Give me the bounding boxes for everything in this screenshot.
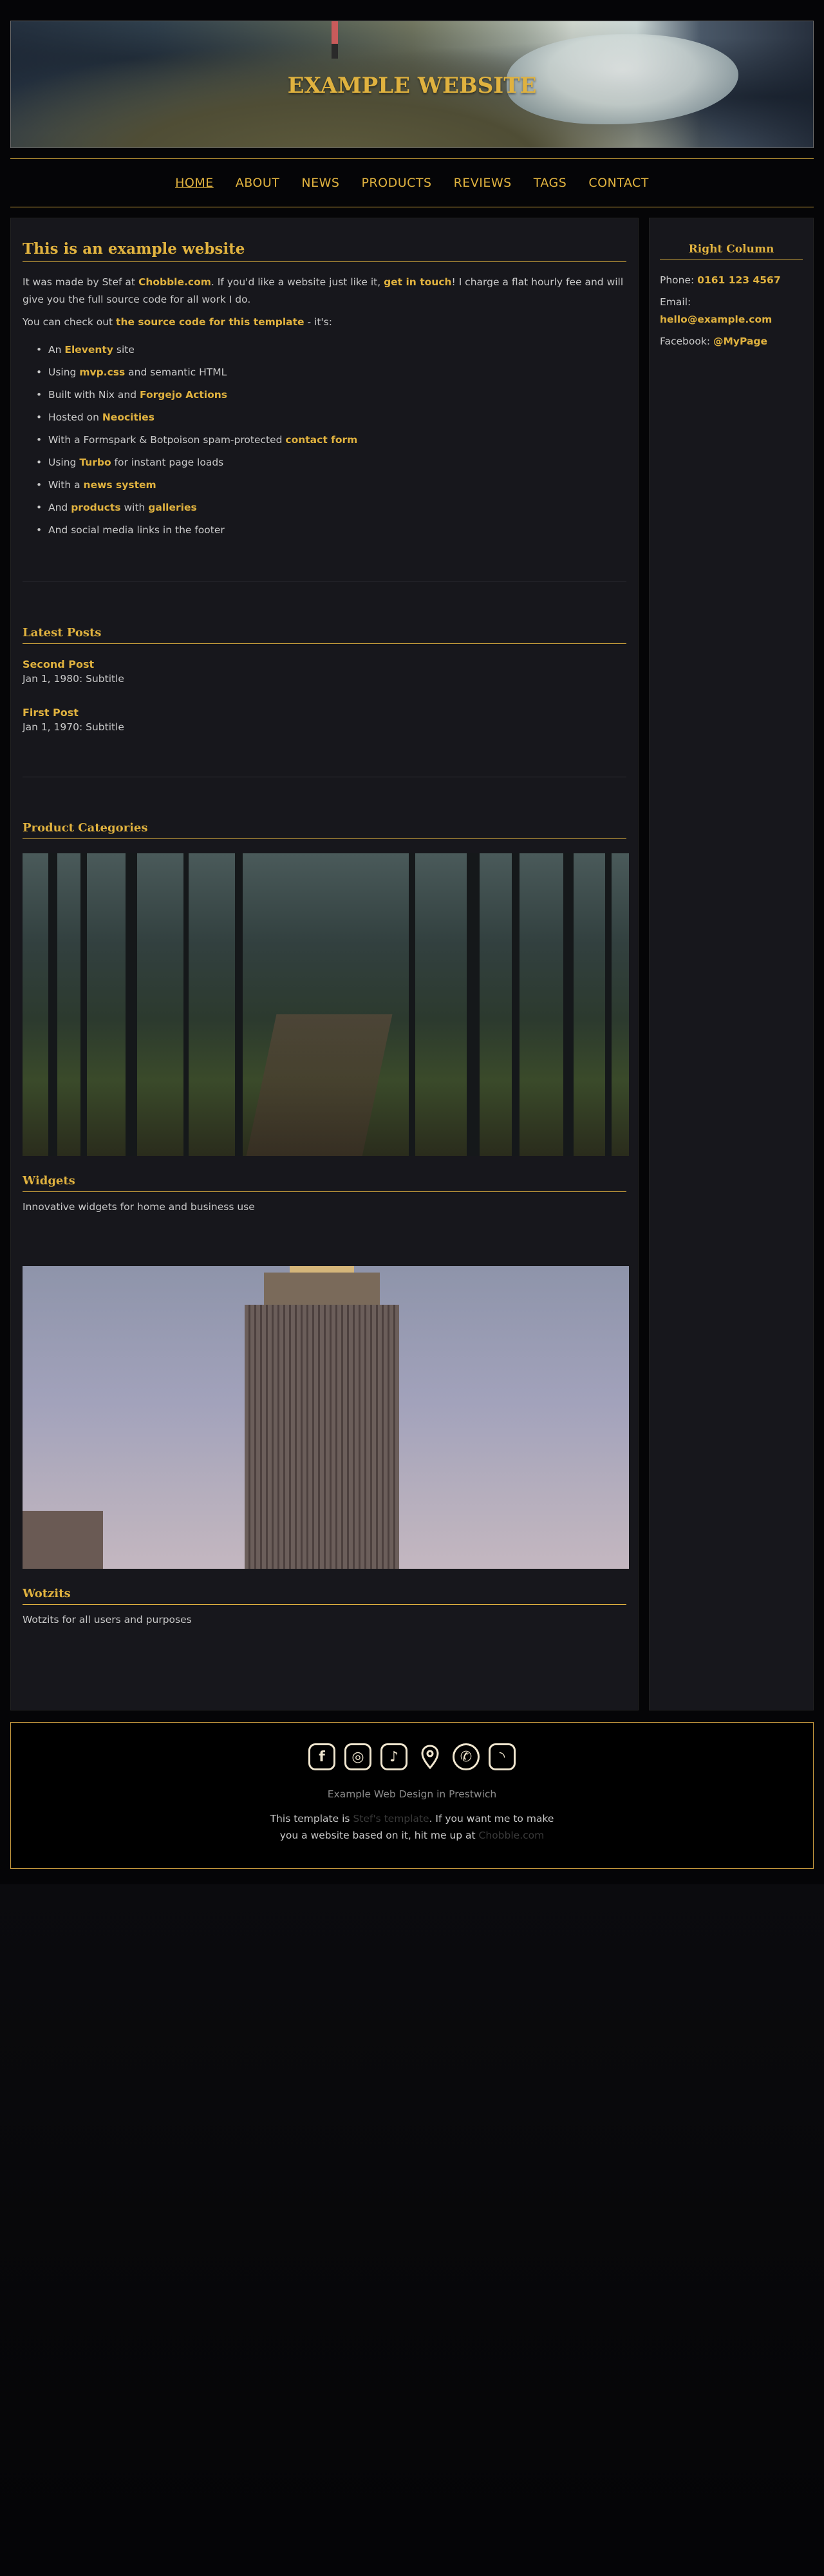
list-item: And products with galleries (23, 497, 626, 519)
nav-item-about[interactable]: ABOUT (236, 176, 280, 190)
intro-paragraph-1: It was made by Stef at Chobble.com. If y… (23, 276, 624, 305)
list-item: Using mvp.css and semantic HTML (23, 361, 626, 384)
category-desc-wotzits: Wotzits for all users and purposes (23, 1614, 192, 1625)
tree (183, 853, 189, 1156)
list-item: And social media links in the footer (23, 519, 626, 542)
post-item: First Post Jan 1, 1970: Subtitle (23, 706, 626, 733)
get-in-touch-link[interactable]: get in touch (384, 276, 451, 288)
mvpcss-link[interactable]: mvp.css (79, 366, 125, 378)
instagram-icon[interactable]: ◎ (344, 1743, 371, 1770)
post-item: Second Post Jan 1, 1980: Subtitle (23, 658, 626, 685)
nav-item-contact[interactable]: CONTACT (588, 176, 649, 190)
turbo-link[interactable]: Turbo (79, 457, 111, 468)
latest-posts-heading: Latest Posts (23, 626, 626, 644)
list-item: With a Formspark & Botpoison spam-protec… (23, 429, 626, 451)
list-item: An Eleventy site (23, 339, 626, 361)
list-item: Using Turbo for instant page loads (23, 451, 626, 474)
chobble-link[interactable]: Chobble.com (138, 276, 211, 288)
facebook-icon[interactable]: f (308, 1743, 335, 1770)
banner-figure (332, 21, 338, 59)
product-categories-heading: Product Categories (23, 821, 626, 839)
email-line: Email: hello@example.com (660, 296, 772, 325)
forgejo-link[interactable]: Forgejo Actions (140, 389, 227, 401)
tree (563, 853, 574, 1156)
site-footer: f ◎ ♪ ✆ ◝ Example Web Design in Prestwic… (10, 1722, 814, 1869)
social-links: f ◎ ♪ ✆ ◝ (11, 1743, 813, 1770)
phone-line: Phone: 0161 123 4567 (660, 274, 781, 286)
post-meta: Jan 1, 1970: Subtitle (23, 721, 124, 733)
galleries-link[interactable]: galleries (148, 502, 196, 513)
page-bottom-background (0, 1884, 824, 2522)
tree (235, 853, 243, 1156)
news-system-link[interactable]: news system (84, 479, 156, 491)
intro-paragraph-2: You can check out the source code for th… (23, 316, 332, 328)
nav-item-home[interactable]: HOME (175, 176, 214, 190)
template-credit-link[interactable]: Stef's template (353, 1813, 429, 1824)
list-item: Built with Nix and Forgejo Actions (23, 384, 626, 406)
feature-list: An Eleventy site Using mvp.css and seman… (23, 339, 626, 542)
nav-item-reviews[interactable]: REVIEWS (454, 176, 512, 190)
nav-item-tags[interactable]: TAGS (534, 176, 567, 190)
main-content: This is an example website It was made b… (10, 218, 639, 1710)
email-link[interactable]: hello@example.com (660, 314, 772, 325)
tree (80, 853, 87, 1156)
tree (409, 853, 415, 1156)
facebook-link[interactable]: @MyPage (713, 336, 767, 347)
category-title-wotzits[interactable]: Wotzits (23, 1587, 626, 1605)
products-link[interactable]: products (71, 502, 120, 513)
widgets-image[interactable] (23, 853, 629, 1156)
chobble-footer-link[interactable]: Chobble.com (479, 1830, 545, 1841)
category-desc-widgets: Innovative widgets for home and business… (23, 1201, 255, 1213)
main-nav: HOME ABOUT NEWS PRODUCTS REVIEWS TAGS CO… (10, 158, 814, 207)
tiktok-icon[interactable]: ♪ (380, 1743, 407, 1770)
footer-tagline: Example Web Design in Prestwich (327, 1788, 497, 1800)
category-title-widgets[interactable]: Widgets (23, 1174, 626, 1192)
facebook-line: Facebook: @MyPage (660, 336, 768, 347)
forest-path (245, 1014, 393, 1156)
post-title-link[interactable]: First Post (23, 706, 626, 719)
tree (48, 853, 57, 1156)
tower-body (245, 1305, 399, 1569)
phone-link[interactable]: 0161 123 4567 (697, 274, 780, 286)
footer-credit-line-1: This template is Stef's template. If you… (270, 1813, 554, 1824)
site-title[interactable]: EXAMPLE WEBSITE (11, 73, 813, 99)
tree (512, 853, 520, 1156)
tree (467, 853, 480, 1156)
eleventy-link[interactable]: Eleventy (64, 344, 113, 355)
intro-heading: This is an example website (23, 240, 626, 262)
side-building (23, 1511, 103, 1569)
list-item: With a news system (23, 474, 626, 497)
list-item: Hosted on Neocities (23, 406, 626, 429)
post-title-link[interactable]: Second Post (23, 658, 626, 670)
footer-credit-line-2: you a website based on it, hit me up at … (279, 1830, 545, 1841)
whatsapp-icon[interactable]: ✆ (453, 1743, 480, 1770)
source-code-link[interactable]: the source code for this template (116, 316, 304, 328)
tree (605, 853, 612, 1156)
post-meta: Jan 1, 1980: Subtitle (23, 673, 124, 685)
wotzits-image[interactable] (23, 1266, 629, 1569)
right-column-heading: Right Column (660, 243, 803, 260)
nav-item-news[interactable]: NEWS (301, 176, 339, 190)
tree (126, 853, 137, 1156)
rss-icon[interactable]: ◝ (489, 1743, 516, 1770)
neocities-link[interactable]: Neocities (102, 412, 154, 423)
contact-form-link[interactable]: contact form (285, 434, 357, 446)
nav-item-products[interactable]: PRODUCTS (361, 176, 431, 190)
right-column: Right Column Phone: 0161 123 4567 Email:… (649, 218, 814, 1710)
header-banner: EXAMPLE WEBSITE (10, 21, 814, 148)
map-pin-icon[interactable] (417, 1743, 444, 1770)
